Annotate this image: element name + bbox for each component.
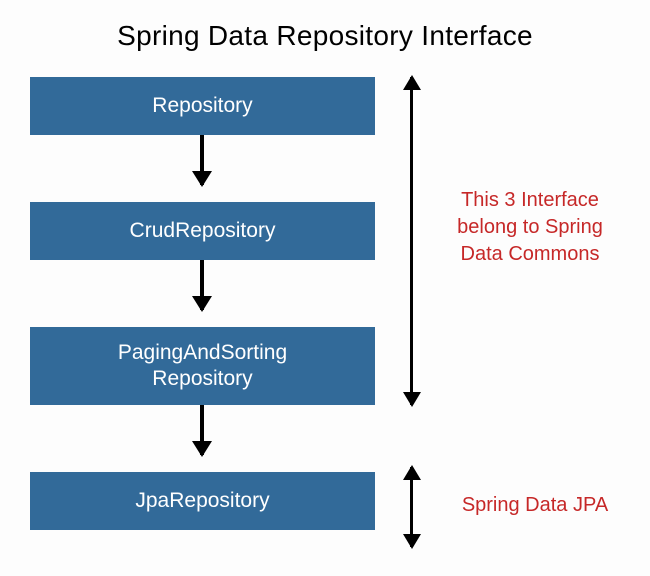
arrow-down-icon xyxy=(200,405,204,455)
box-crud-repository: CrudRepository xyxy=(30,202,375,260)
box-crud-label: CrudRepository xyxy=(130,218,276,244)
arrow-down-icon xyxy=(200,135,204,185)
box-jpa-repository: JpaRepository xyxy=(30,472,375,530)
bracket-arrow-icon xyxy=(410,77,413,405)
annotation-commons: This 3 Interface belong to Spring Data C… xyxy=(435,187,625,268)
box-repository: Repository xyxy=(30,77,375,135)
box-jpa-label: JpaRepository xyxy=(135,488,269,514)
arrow-down-icon xyxy=(200,260,204,310)
bracket-arrow-icon xyxy=(410,467,413,547)
page-title: Spring Data Repository Interface xyxy=(0,0,650,67)
box-paging-sorting-repository: PagingAndSorting Repository xyxy=(30,327,375,405)
annotation-jpa: Spring Data JPA xyxy=(445,492,625,519)
box-repository-label: Repository xyxy=(152,93,252,119)
hierarchy-diagram: Repository CrudRepository PagingAndSorti… xyxy=(0,67,650,567)
box-paging-label: PagingAndSorting Repository xyxy=(118,340,287,393)
